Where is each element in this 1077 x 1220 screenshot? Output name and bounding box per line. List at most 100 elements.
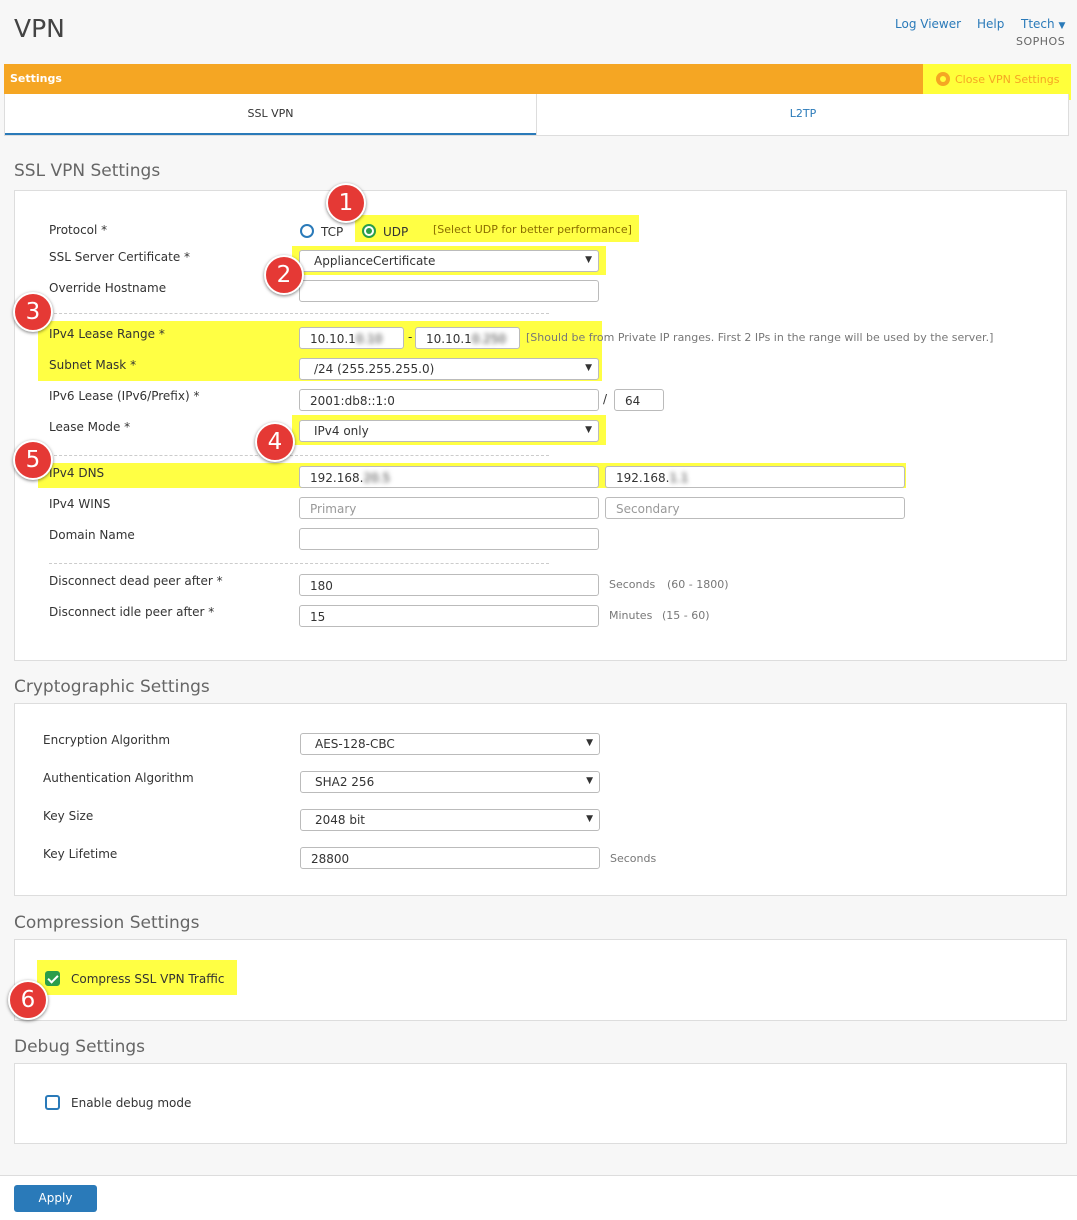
wins-secondary-input[interactable]: Secondary [605,497,905,519]
page-title: VPN [14,14,65,43]
idle-peer-input[interactable]: 15 [299,605,599,627]
key-size-value: 2048 bit [315,813,366,827]
crypto-panel: Encryption Algorithm AES-128-CBC ▼ Authen… [14,703,1067,896]
dead-peer-input[interactable]: 180 [299,574,599,596]
lease-start-text: 10.10.1 [310,332,356,346]
chevron-down-icon: ▼ [586,776,593,786]
override-hostname-label: Override Hostname [49,281,167,295]
dead-peer-range: (60 - 1800) [667,578,729,591]
tab-ssl-vpn[interactable]: SSL VPN [5,94,536,135]
annotation-badge-2: 2 [264,255,304,295]
lease-range-start-input[interactable]: 10.10.10.10 [299,327,404,349]
udp-radio[interactable] [362,224,376,238]
domain-name-label: Domain Name [49,528,135,542]
domain-name-input[interactable] [299,528,599,550]
dns-secondary-text: 192.168. [616,471,670,485]
key-size-label: Key Size [43,809,94,823]
brand-label: SOPHOS [1016,35,1066,48]
wins-primary-input[interactable]: Primary [299,497,599,519]
chevron-down-icon: ▼ [585,255,592,265]
lease-range-label: IPv4 Lease Range * [49,327,165,341]
auth-label: Authentication Algorithm [43,771,194,785]
dns-secondary-input[interactable]: 192.168.1.1 [605,466,905,488]
ipv6-lease-label: IPv6 Lease (IPv6/Prefix) * [49,389,200,403]
debug-checkbox[interactable] [45,1095,60,1110]
udp-label: UDP [383,225,409,239]
log-viewer-link[interactable]: Log Viewer [895,17,961,31]
debug-section-title: Debug Settings [14,1037,146,1057]
idle-peer-range: (15 - 60) [662,609,710,622]
apply-button[interactable]: Apply [14,1185,97,1212]
dead-peer-unit: Seconds [609,578,656,591]
footer-bar: Apply [0,1175,1077,1220]
lease-end-hidden: 0.250 [471,332,507,346]
dns-label: IPv4 DNS [49,466,105,480]
lease-range-hint: [Should be from Private IP ranges. First… [526,331,994,344]
wins-label: IPv4 WINS [49,497,111,511]
debug-panel: Enable debug mode [14,1063,1067,1144]
key-lifetime-input[interactable]: 28800 [300,847,600,869]
annotation-badge-5: 5 [13,440,53,480]
annotation-badge-4: 4 [255,422,295,462]
idle-peer-unit: Minutes [609,609,653,622]
protocol-label: Protocol * [49,223,108,237]
dns-primary-text: 192.168. [310,471,364,485]
user-menu[interactable]: Ttech ▼ [1021,17,1065,31]
key-lifetime-unit: Seconds [610,852,657,865]
ipv6-prefix-input[interactable]: 64 [614,389,664,411]
annotation-badge-3: 3 [13,292,53,332]
tcp-radio[interactable] [300,224,314,238]
dead-peer-label: Disconnect dead peer after * [49,574,223,588]
debug-label: Enable debug mode [71,1096,192,1110]
key-size-select[interactable]: 2048 bit ▼ [300,809,600,831]
chevron-down-icon: ▼ [585,363,592,373]
lease-mode-label: Lease Mode * [49,420,131,434]
ipv6-slash: / [603,392,608,406]
lease-mode-value: IPv4 only [314,424,369,438]
override-hostname-input[interactable] [299,280,599,302]
idle-peer-label: Disconnect idle peer after * [49,605,215,619]
lease-mode-select[interactable]: IPv4 only ▼ [299,420,599,442]
ipv6-lease-input[interactable]: 2001:db8::1:0 [299,389,599,411]
compress-checkbox[interactable] [45,971,60,986]
enc-select[interactable]: AES-128-CBC ▼ [300,733,600,755]
compress-label: Compress SSL VPN Traffic [71,972,225,986]
auth-value: SHA2 256 [315,775,375,789]
chevron-down-icon: ▼ [585,425,592,435]
caret-down-icon: ▼ [1058,21,1066,31]
annotation-badge-1: 1 [326,183,366,223]
subnet-select[interactable]: /24 (255.255.255.0) ▼ [299,358,599,380]
protocol-hint: [Select UDP for better performance] [433,223,632,236]
tcp-label: TCP [321,225,344,239]
lease-end-text: 10.10.1 [426,332,472,346]
ssl-panel: Protocol * TCP UDP [Select UDP for bette… [14,190,1067,661]
cert-label: SSL Server Certificate * [49,250,191,264]
subnet-label: Subnet Mask * [49,358,137,372]
key-lifetime-label: Key Lifetime [43,847,118,861]
close-vpn-settings-label: Close VPN Settings [955,73,1060,86]
enc-value: AES-128-CBC [315,737,395,751]
auth-select[interactable]: SHA2 256 ▼ [300,771,600,793]
compression-section-title: Compression Settings [14,913,200,933]
enc-label: Encryption Algorithm [43,733,171,747]
lease-range-end-input[interactable]: 10.10.10.250 [415,327,520,349]
lease-start-hidden: 0.10 [355,332,383,346]
settings-bar: Settings Close VPN Settings [4,64,1071,100]
lease-range-separator: - [408,330,413,344]
settings-bar-label: Settings [10,72,62,85]
help-link[interactable]: Help [977,17,1004,31]
cert-value: ApplianceCertificate [314,254,436,268]
crypto-section-title: Cryptographic Settings [14,677,210,697]
tab-l2tp[interactable]: L2TP [536,94,1069,135]
chevron-down-icon: ▼ [586,738,593,748]
dns-secondary-hidden: 1.1 [669,471,689,485]
subnet-value: /24 (255.255.255.0) [314,362,435,376]
gear-icon [936,72,950,86]
chevron-down-icon: ▼ [586,814,593,824]
dns-primary-input[interactable]: 192.168.20.5 [299,466,599,488]
annotation-badge-6: 6 [8,980,48,1020]
compression-panel: Compress SSL VPN Traffic [14,939,1067,1021]
ssl-section-title: SSL VPN Settings [14,161,161,181]
tab-bar: SSL VPN L2TP [4,94,1069,136]
cert-select[interactable]: ApplianceCertificate ▼ [299,250,599,272]
